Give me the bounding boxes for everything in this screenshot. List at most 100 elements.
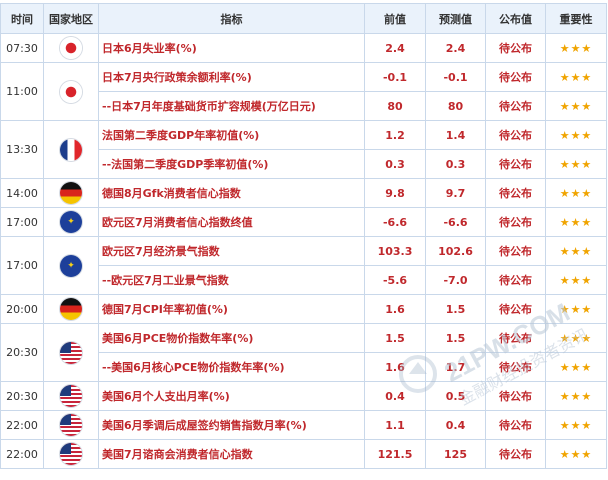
time-cell: 07:30 (0, 33, 44, 63)
published-value: 待公布 (485, 33, 546, 63)
time-cell: 20:00 (0, 294, 44, 324)
table-row: 14:00 德国8月Gfk消费者信心指数 9.8 9.7 待公布 ★★★ (0, 178, 607, 208)
published-value: 待公布 (485, 410, 546, 440)
importance-stars-icon: ★★★ (545, 207, 607, 237)
previous-value: -5.6 (364, 265, 426, 295)
published-value: 待公布 (485, 265, 546, 295)
published-value: 待公布 (485, 207, 546, 237)
importance-stars-icon: ★★★ (545, 178, 607, 208)
time-cell: 13:30 (0, 120, 44, 179)
col-header-time: 时间 (0, 3, 44, 34)
indicator-link[interactable]: 日本7月央行政策余额利率(%) (98, 62, 365, 92)
forecast-value: 1.4 (425, 120, 486, 150)
published-value: 待公布 (485, 120, 546, 150)
indicator-link[interactable]: 德国8月Gfk消费者信心指数 (98, 178, 365, 208)
germany-flag-icon (60, 182, 82, 204)
previous-value: 1.1 (364, 410, 426, 440)
importance-stars-icon: ★★★ (545, 294, 607, 324)
indicator-link[interactable]: 日本6月失业率(%) (98, 33, 365, 63)
table-row: 20:00 德国7月CPI年率初值(%) 1.6 1.5 待公布 ★★★ (0, 294, 607, 324)
japan-flag-icon (60, 37, 82, 59)
previous-value: 2.4 (364, 33, 426, 63)
indicator-link[interactable]: --法国第二季度GDP季率初值(%) (98, 149, 365, 179)
table-row: 07:30 日本6月失业率(%) 2.4 2.4 待公布 ★★★ (0, 33, 607, 63)
previous-value: 103.3 (364, 236, 426, 266)
indicator-link[interactable]: 美国7月谘商会消费者信心指数 (98, 439, 365, 469)
forecast-value: 2.4 (425, 33, 486, 63)
previous-value: 121.5 (364, 439, 426, 469)
usa-flag-icon (60, 443, 82, 465)
indicator-link[interactable]: --美国6月核心PCE物价指数年率(%) (98, 352, 365, 382)
usa-flag-icon (60, 414, 82, 436)
indicator-link[interactable]: 法国第二季度GDP年率初值(%) (98, 120, 365, 150)
usa-flag-icon (60, 385, 82, 407)
indicator-link[interactable]: 德国7月CPI年率初值(%) (98, 294, 365, 324)
published-value: 待公布 (485, 149, 546, 179)
importance-stars-icon: ★★★ (545, 352, 607, 382)
country-cell: ✦ (43, 236, 99, 295)
indicator-link[interactable]: 欧元区7月经济景气指数 (98, 236, 365, 266)
indicator-link[interactable]: 欧元区7月消费者信心指数终值 (98, 207, 365, 237)
table-row: 17:00 ✦ 欧元区7月消费者信心指数终值 -6.6 -6.6 待公布 ★★★ (0, 207, 607, 237)
previous-value: -6.6 (364, 207, 426, 237)
time-cell: 22:00 (0, 410, 44, 440)
time-cell: 11:00 (0, 62, 44, 121)
indicator-link[interactable]: --欧元区7月工业景气指数 (98, 265, 365, 295)
time-cell: 17:00 (0, 236, 44, 295)
forecast-value: 1.5 (425, 323, 486, 353)
time-cell: 14:00 (0, 178, 44, 208)
economic-calendar-table: 时间 国家地区 指标 前值 预测值 公布值 重要性 07:30 日本6月失业率(… (0, 3, 607, 469)
indicator-link[interactable]: 美国6月PCE物价指数年率(%) (98, 323, 365, 353)
previous-value: 1.6 (364, 294, 426, 324)
country-cell (43, 410, 99, 440)
importance-stars-icon: ★★★ (545, 33, 607, 63)
indicator-link[interactable]: --日本7月年度基础货币扩容规模(万亿日元) (98, 91, 365, 121)
previous-value: -0.1 (364, 62, 426, 92)
germany-flag-icon (60, 298, 82, 320)
published-value: 待公布 (485, 236, 546, 266)
previous-value: 0.4 (364, 381, 426, 411)
time-cell: 20:30 (0, 323, 44, 382)
indicator-link[interactable]: 美国6月季调后成屋签约销售指数月率(%) (98, 410, 365, 440)
eu-flag-icon: ✦ (60, 211, 82, 233)
table-row: 20:30 美国6月个人支出月率(%) 0.4 0.5 待公布 ★★★ (0, 381, 607, 411)
importance-stars-icon: ★★★ (545, 236, 607, 266)
country-cell (43, 33, 99, 63)
published-value: 待公布 (485, 323, 546, 353)
importance-stars-icon: ★★★ (545, 62, 607, 92)
col-header-indicator: 指标 (98, 3, 365, 34)
published-value: 待公布 (485, 91, 546, 121)
indicator-link[interactable]: 美国6月个人支出月率(%) (98, 381, 365, 411)
country-cell (43, 178, 99, 208)
importance-stars-icon: ★★★ (545, 323, 607, 353)
country-cell: ✦ (43, 207, 99, 237)
france-flag-icon (60, 138, 82, 161)
col-header-forecast: 预测值 (425, 3, 486, 34)
country-cell (43, 62, 99, 121)
forecast-value: 102.6 (425, 236, 486, 266)
col-header-previous: 前值 (364, 3, 426, 34)
importance-stars-icon: ★★★ (545, 381, 607, 411)
forecast-value: 0.4 (425, 410, 486, 440)
time-cell: 22:00 (0, 439, 44, 469)
forecast-value: -6.6 (425, 207, 486, 237)
published-value: 待公布 (485, 381, 546, 411)
japan-flag-icon (60, 80, 82, 103)
country-cell (43, 439, 99, 469)
col-header-importance: 重要性 (545, 3, 607, 34)
importance-stars-icon: ★★★ (545, 410, 607, 440)
time-cell: 20:30 (0, 381, 44, 411)
time-cell: 17:00 (0, 207, 44, 237)
table-row: 22:00 美国7月谘商会消费者信心指数 121.5 125 待公布 ★★★ (0, 439, 607, 469)
previous-value: 80 (364, 91, 426, 121)
forecast-value: 80 (425, 91, 486, 121)
published-value: 待公布 (485, 352, 546, 382)
forecast-value: 1.5 (425, 294, 486, 324)
previous-value: 1.6 (364, 352, 426, 382)
published-value: 待公布 (485, 62, 546, 92)
importance-stars-icon: ★★★ (545, 439, 607, 469)
country-cell (43, 294, 99, 324)
table-row: 11:00 日本7月央行政策余额利率(%) -0.1 -0.1 待公布 ★★★ (0, 62, 607, 121)
table-row: 13:30 法国第二季度GDP年率初值(%) 1.2 1.4 待公布 ★★★ (0, 120, 607, 179)
previous-value: 1.2 (364, 120, 426, 150)
